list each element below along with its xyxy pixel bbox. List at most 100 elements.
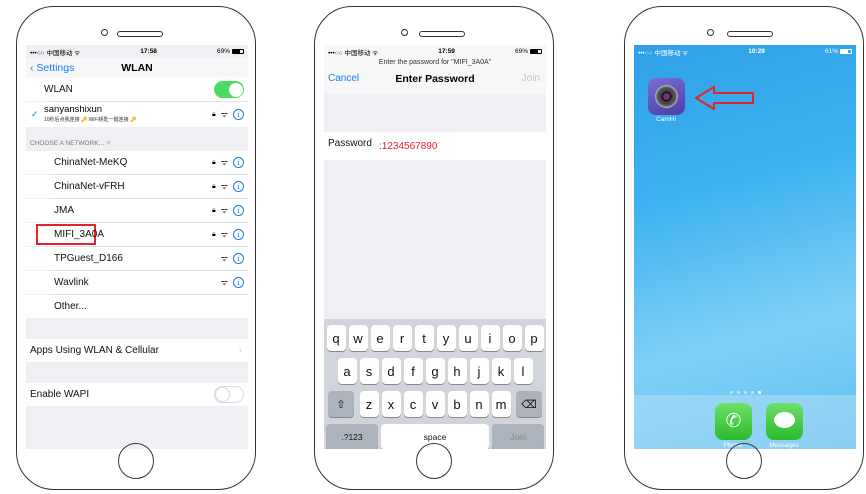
status-bar: •••○○ 中国移动 ᯤ 10:28 61% xyxy=(634,45,856,58)
keyboard-letter-group: zxcvbnm xyxy=(359,391,511,417)
join-button[interactable]: Join xyxy=(522,73,540,84)
info-icon[interactable]: i xyxy=(233,157,244,168)
key-i[interactable]: i xyxy=(480,325,500,351)
connected-network-name: sanyanshixun xyxy=(44,104,103,115)
wifi-icon: ᯤ xyxy=(220,182,228,191)
chevron-right-icon: › xyxy=(238,345,242,356)
network-indicators: 🔒︎ ᯤ i xyxy=(212,181,244,192)
battery-indicator: 69% xyxy=(515,48,542,55)
info-icon[interactable]: i xyxy=(233,181,244,192)
shift-key[interactable]: ⇧ xyxy=(328,391,354,417)
clock: 10:28 xyxy=(748,48,765,55)
network-row-other[interactable]: Other... xyxy=(26,295,248,318)
info-icon[interactable]: i xyxy=(233,253,244,264)
earpiece xyxy=(727,31,773,37)
wifi-icon: ᯤ xyxy=(220,110,228,119)
key-d[interactable]: d xyxy=(381,358,401,384)
keyboard-row: asdfghjkl xyxy=(326,358,544,384)
battery-icon xyxy=(232,48,244,54)
network-row-mifi[interactable]: MIFI_3A0A 🔒︎ ᯤ i xyxy=(26,223,248,246)
home-button[interactable] xyxy=(118,443,154,479)
page-title: WLAN xyxy=(121,62,153,74)
wifi-icon: ᯤ xyxy=(220,206,228,215)
key-g[interactable]: g xyxy=(425,358,445,384)
loading-spinner-icon: ✳ xyxy=(105,140,112,147)
clock: 17:58 xyxy=(140,48,157,55)
key-j[interactable]: j xyxy=(469,358,489,384)
wlan-toggle[interactable] xyxy=(214,81,244,98)
network-row[interactable]: Wavlink ᯤi xyxy=(26,271,248,294)
key-u[interactable]: u xyxy=(458,325,478,351)
key-e[interactable]: e xyxy=(370,325,390,351)
key-m[interactable]: m xyxy=(491,391,511,417)
info-icon[interactable]: i xyxy=(233,109,244,120)
numbers-key[interactable]: .?123 xyxy=(326,424,378,449)
page-title: Enter Password xyxy=(395,73,475,85)
network-row[interactable]: TPGuest_D166 ᯤi xyxy=(26,247,248,270)
apps-using-wlan-row[interactable]: Apps Using WLAN & Cellular › xyxy=(26,339,248,362)
network-name: Other... xyxy=(54,301,87,312)
password-field[interactable]: Password :1234567890 xyxy=(324,132,546,160)
phone-app-icon[interactable]: ✆ xyxy=(715,403,752,440)
keyboard-join-key[interactable]: Join xyxy=(492,424,544,449)
key-n[interactable]: n xyxy=(469,391,489,417)
key-t[interactable]: t xyxy=(414,325,434,351)
info-icon[interactable]: i xyxy=(233,277,244,288)
messages-label: Messages xyxy=(769,442,799,449)
camhi-app-icon[interactable] xyxy=(648,78,685,115)
network-row[interactable]: JMA 🔒︎ ᯤ i xyxy=(26,199,248,222)
key-c[interactable]: c xyxy=(403,391,423,417)
key-f[interactable]: f xyxy=(403,358,423,384)
key-s[interactable]: s xyxy=(359,358,379,384)
key-k[interactable]: k xyxy=(491,358,511,384)
network-indicators: ᯤi xyxy=(221,277,244,288)
key-h[interactable]: h xyxy=(447,358,467,384)
key-o[interactable]: o xyxy=(502,325,522,351)
key-v[interactable]: v xyxy=(425,391,445,417)
wlan-label: WLAN xyxy=(44,84,73,95)
key-x[interactable]: x xyxy=(381,391,401,417)
password-screen: •••○○ 中国移动 ᯤ 17:59 69% Enter the passwor… xyxy=(324,45,546,449)
home-button[interactable] xyxy=(416,443,452,479)
network-name: TPGuest_D166 xyxy=(54,253,123,264)
lock-icon: 🔒︎ xyxy=(211,110,216,118)
network-name: JMA xyxy=(54,205,74,216)
info-icon[interactable]: i xyxy=(233,229,244,240)
key-z[interactable]: z xyxy=(359,391,379,417)
connected-network-row[interactable]: ✓ sanyanshixun 10秒后点我连接 🔑 WiFi钥匙一键连接 🔑 🔒… xyxy=(26,102,248,127)
key-p[interactable]: p xyxy=(524,325,544,351)
info-icon[interactable]: i xyxy=(233,205,244,216)
carrier-label: •••○○ 中国移动 ᯤ xyxy=(30,49,81,57)
messages-app-icon[interactable] xyxy=(766,403,803,440)
key-b[interactable]: b xyxy=(447,391,467,417)
key-r[interactable]: r xyxy=(392,325,412,351)
network-name: ChinaNet-MeKQ xyxy=(54,157,128,168)
page-dot-active xyxy=(757,391,761,394)
network-indicators: 🔒︎ ᯤ i xyxy=(212,157,244,168)
navigation-bar: Enter the password for "MIFI_3A0A" Cance… xyxy=(324,58,546,94)
key-y[interactable]: y xyxy=(436,325,456,351)
lock-icon: 🔒︎ xyxy=(211,158,216,166)
page-dot xyxy=(750,391,754,394)
keyboard-row: qwertyuiop xyxy=(326,325,544,351)
wapi-toggle[interactable] xyxy=(214,386,244,403)
home-button[interactable] xyxy=(726,443,762,479)
earpiece xyxy=(419,31,465,37)
key-l[interactable]: l xyxy=(513,358,533,384)
status-bar: •••○○ 中国移动 ᯤ 17:58 69% xyxy=(26,45,248,58)
key-w[interactable]: w xyxy=(348,325,368,351)
home-screen: •••○○ 中国移动 ᯤ 10:28 61% CamHi ✆ Phone Mes… xyxy=(634,45,856,449)
front-camera xyxy=(401,29,408,36)
network-indicators: 🔒︎ ᯤ i xyxy=(212,229,244,240)
wlan-screen: •••○○ 中国移动 ᯤ 17:58 69% ‹ Settings WLAN W… xyxy=(26,45,248,449)
delete-key[interactable]: ⌫ xyxy=(516,391,542,417)
key-q[interactable]: q xyxy=(326,325,346,351)
key-a[interactable]: a xyxy=(337,358,357,384)
network-row[interactable]: ChinaNet-vFRH 🔒︎ ᯤ i xyxy=(26,175,248,198)
wlan-toggle-row: WLAN xyxy=(26,78,248,101)
battery-indicator: 69% xyxy=(217,48,244,55)
enable-wapi-label: Enable WAPI xyxy=(30,389,90,400)
network-row[interactable]: ChinaNet-MeKQ 🔒︎ ᯤ i xyxy=(26,151,248,174)
battery-indicator: 61% xyxy=(825,48,852,55)
